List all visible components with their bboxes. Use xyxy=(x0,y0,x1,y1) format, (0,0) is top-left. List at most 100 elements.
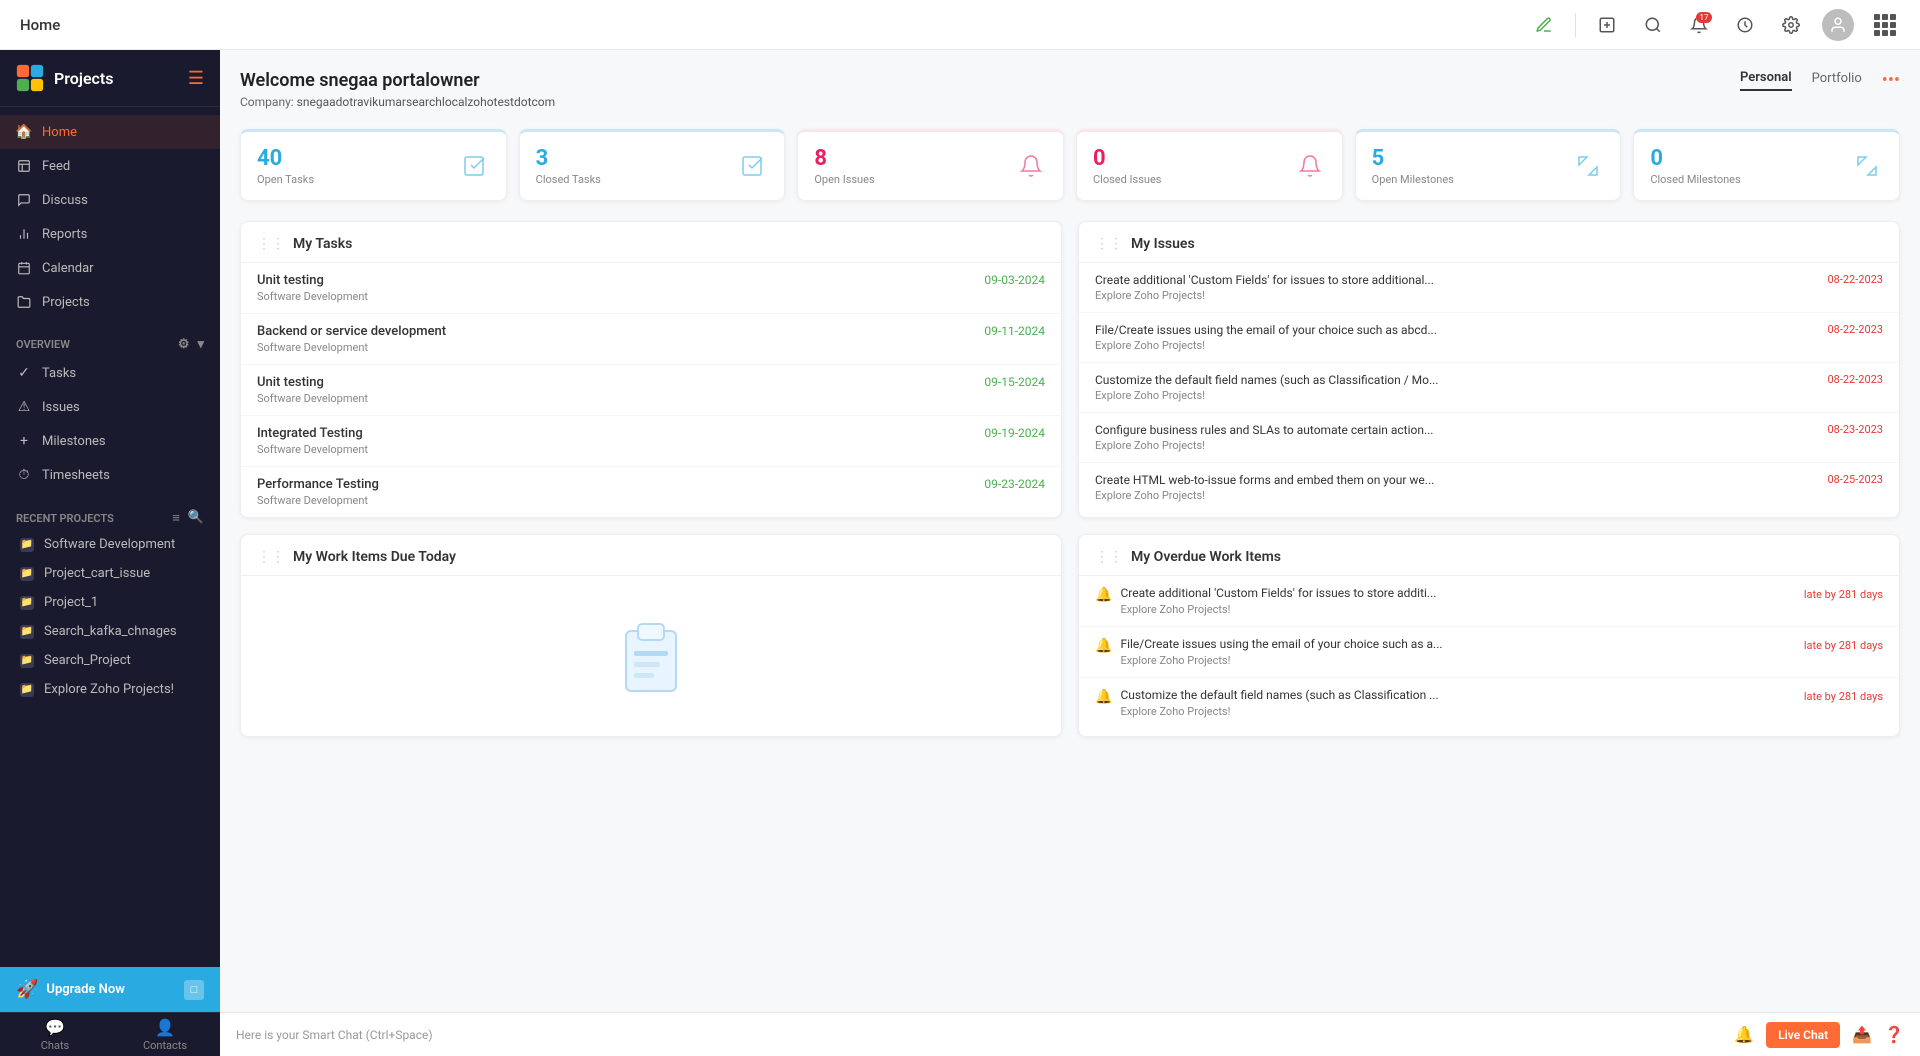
overdue-drag-handle[interactable]: ⋮⋮ xyxy=(1095,549,1123,565)
sidebar-item-timesheets[interactable]: ⏱ Timesheets xyxy=(0,458,220,492)
issue-item-2[interactable]: Customize the default field names (such … xyxy=(1079,363,1899,413)
task-info-4: Performance Testing Software Development xyxy=(257,477,379,507)
task-item-1[interactable]: Backend or service development Software … xyxy=(241,314,1061,365)
issue-date-3: 08-23-2023 xyxy=(1827,423,1883,436)
stat-label-open-issues: Open Issues xyxy=(814,173,874,186)
sidebar-item-discuss-label: Discuss xyxy=(42,193,88,208)
task-date-4: 09-23-2024 xyxy=(984,477,1045,491)
sidebar-item-tasks[interactable]: ✓ Tasks xyxy=(0,356,220,390)
projects-icon xyxy=(16,294,32,310)
work-items-empty-state xyxy=(241,576,1061,736)
tab-portfolio[interactable]: Portfolio xyxy=(1812,71,1862,90)
project-icon-search: 📁 xyxy=(20,654,34,668)
chatbar-bell-icon[interactable]: 🔔 xyxy=(1734,1025,1754,1044)
overdue-item-0[interactable]: 🔔 Create additional 'Custom Fields' for … xyxy=(1079,576,1899,627)
sidebar-item-home[interactable]: 🏠 Home xyxy=(0,115,220,149)
issue-date-0: 08-22-2023 xyxy=(1827,273,1883,286)
chats-tab[interactable]: 💬 Chats xyxy=(0,1013,110,1056)
notifications-icon[interactable]: 17 xyxy=(1684,10,1714,40)
stats-row: 40 Open Tasks 3 Closed Tasks 8 xyxy=(240,129,1900,201)
hamburger-icon[interactable]: ☰ xyxy=(188,68,204,89)
list-icon[interactable]: ≡ xyxy=(172,510,180,526)
task-item-3[interactable]: Integrated Testing Software Development … xyxy=(241,416,1061,467)
task-info-2: Unit testing Software Development xyxy=(257,375,368,405)
overdue-content-0: Create additional 'Custom Fields' for is… xyxy=(1120,586,1883,616)
issue-title-0: Create additional 'Custom Fields' for is… xyxy=(1095,273,1883,287)
milestones-icon: + xyxy=(16,433,32,449)
issue-text-1: File/Create issues using the email of yo… xyxy=(1095,323,1819,337)
logo-icon xyxy=(16,64,44,92)
issue-item-0[interactable]: Create additional 'Custom Fields' for is… xyxy=(1079,263,1899,313)
settings-icon[interactable] xyxy=(1776,10,1806,40)
closed-milestones-icon xyxy=(1851,150,1883,182)
stat-open-issues[interactable]: 8 Open Issues xyxy=(797,129,1064,201)
edit-icon[interactable] xyxy=(1529,10,1559,40)
stat-closed-tasks[interactable]: 3 Closed Tasks xyxy=(519,129,786,201)
issue-text-3: Configure business rules and SLAs to aut… xyxy=(1095,423,1819,437)
project-item-1[interactable]: 📁 Project_1 xyxy=(0,588,220,617)
live-chat-button[interactable]: Live Chat xyxy=(1766,1022,1840,1048)
chats-icon: 💬 xyxy=(45,1018,65,1037)
issues-drag-handle[interactable]: ⋮⋮ xyxy=(1095,236,1123,252)
user-avatar[interactable] xyxy=(1822,9,1854,41)
sidebar-item-projects[interactable]: Projects xyxy=(0,285,220,319)
stat-closed-milestones[interactable]: 0 Closed Milestones xyxy=(1633,129,1900,201)
welcome-info: Welcome snegaa portalowner Company: sneg… xyxy=(240,70,555,109)
sidebar-item-reports[interactable]: Reports xyxy=(0,217,220,251)
smart-chat-placeholder[interactable]: Here is your Smart Chat (Ctrl+Space) xyxy=(236,1028,1722,1042)
layout: Projects ☰ 🏠 Home Feed Discuss xyxy=(0,0,1920,1056)
timer-icon[interactable] xyxy=(1730,10,1760,40)
upgrade-now-button[interactable]: 🚀 Upgrade Now □ xyxy=(0,967,220,1012)
project-item-kafka[interactable]: 📁 Search_kafka_chnages xyxy=(0,617,220,646)
issue-title-3: Configure business rules and SLAs to aut… xyxy=(1095,423,1883,437)
expand-section-icon[interactable]: ▾ xyxy=(197,337,204,352)
sidebar-item-issues[interactable]: ⚠ Issues xyxy=(0,390,220,424)
stat-open-milestones[interactable]: 5 Open Milestones xyxy=(1355,129,1622,201)
project-item-software[interactable]: 📁 Software Development xyxy=(0,530,220,559)
sidebar-item-milestones[interactable]: + Milestones xyxy=(0,424,220,458)
issue-text-2: Customize the default field names (such … xyxy=(1095,373,1819,387)
issue-item-3[interactable]: Configure business rules and SLAs to aut… xyxy=(1079,413,1899,463)
contacts-tab[interactable]: 👤 Contacts xyxy=(110,1013,220,1056)
overdue-title-text-0: Create additional 'Custom Fields' for is… xyxy=(1120,586,1436,600)
add-icon[interactable] xyxy=(1592,10,1622,40)
sidebar-item-discuss[interactable]: Discuss xyxy=(0,183,220,217)
settings-section-icon[interactable]: ⚙ xyxy=(178,337,190,352)
overdue-content-2: Customize the default field names (such … xyxy=(1120,688,1883,718)
search-sidebar-icon[interactable]: 🔍 xyxy=(188,510,204,526)
issue-item-1[interactable]: File/Create issues using the email of yo… xyxy=(1079,313,1899,363)
apps-grid-icon[interactable] xyxy=(1870,10,1900,40)
overdue-item-2[interactable]: 🔔 Customize the default field names (suc… xyxy=(1079,678,1899,728)
stat-closed-issues[interactable]: 0 Closed Issues xyxy=(1076,129,1343,201)
sidebar-item-calendar[interactable]: Calendar xyxy=(0,251,220,285)
task-item-4[interactable]: Performance Testing Software Development… xyxy=(241,467,1061,517)
project-item-explore[interactable]: 📁 Explore Zoho Projects! xyxy=(0,675,220,704)
tabs-more-icon[interactable]: ••• xyxy=(1882,70,1900,91)
issue-item-4[interactable]: Create HTML web-to-issue forms and embed… xyxy=(1079,463,1899,512)
stat-label-open-tasks: Open Tasks xyxy=(257,173,314,186)
stat-info-open-tasks: 40 Open Tasks xyxy=(257,146,314,186)
work-items-title: My Work Items Due Today xyxy=(293,549,456,565)
overdue-bell-icon-1: 🔔 xyxy=(1095,638,1112,654)
project-item-cart[interactable]: 📁 Project_cart_issue xyxy=(0,559,220,588)
task-item-2[interactable]: Unit testing Software Development 09-15-… xyxy=(241,365,1061,416)
sidebar-item-feed[interactable]: Feed xyxy=(0,149,220,183)
search-icon[interactable] xyxy=(1638,10,1668,40)
chatbar-help-icon[interactable]: ❓ xyxy=(1884,1025,1904,1044)
project-item-search[interactable]: 📁 Search_Project xyxy=(0,646,220,675)
stat-open-tasks[interactable]: 40 Open Tasks xyxy=(240,129,507,201)
contacts-label: Contacts xyxy=(143,1039,187,1052)
task-item-0[interactable]: Unit testing Software Development 09-03-… xyxy=(241,263,1061,314)
tasks-drag-handle[interactable]: ⋮⋮ xyxy=(257,236,285,252)
chatbar-share-icon[interactable]: 📤 xyxy=(1852,1025,1872,1044)
overdue-item-1[interactable]: 🔔 File/Create issues using the email of … xyxy=(1079,627,1899,678)
recent-projects-section-header: Recent Projects ≡ 🔍 xyxy=(0,500,220,530)
work-items-header: ⋮⋮ My Work Items Due Today xyxy=(241,535,1061,576)
overdue-title-text-2: Customize the default field names (such … xyxy=(1120,688,1438,702)
overdue-row-2: Customize the default field names (such … xyxy=(1120,688,1883,703)
work-drag-handle[interactable]: ⋮⋮ xyxy=(257,549,285,565)
sidebar-milestones-label: Milestones xyxy=(42,434,106,449)
tab-personal[interactable]: Personal xyxy=(1740,70,1792,91)
sidebar-item-feed-label: Feed xyxy=(42,159,70,174)
stat-info-closed-issues: 0 Closed Issues xyxy=(1093,146,1161,186)
